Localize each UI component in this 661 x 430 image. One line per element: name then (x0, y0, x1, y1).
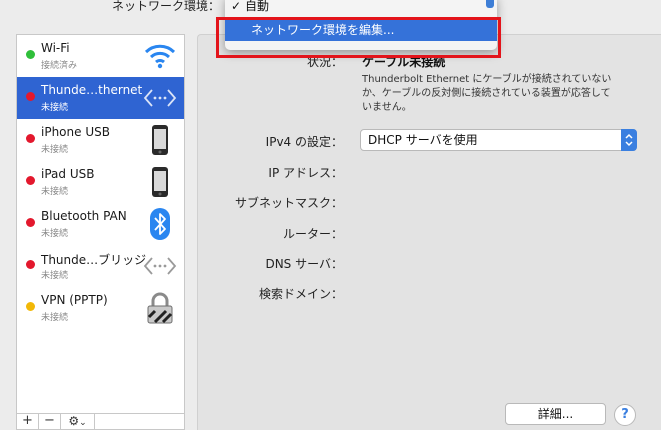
status-description: Thunderbolt Ethernet にケーブルが接続されていないか、ケーブ… (362, 74, 612, 113)
router-label: ルーター： (282, 227, 343, 241)
menu-item-auto-label: 自動 (245, 0, 270, 13)
location-label: ネットワーク環境： (112, 0, 221, 13)
service-list-toolbar: + − ⚙⌄ (17, 413, 184, 430)
menu-item-auto[interactable]: ✓ 自動 (231, 0, 269, 14)
status-dot (26, 50, 35, 59)
chevron-down-icon: ⌄ (79, 418, 87, 428)
service-status: 未接続 (41, 187, 69, 197)
status-dot (26, 134, 35, 143)
service-name: iPad USB (41, 167, 95, 181)
service-status: 接続済み (41, 61, 78, 71)
checkmark-icon: ✓ (231, 0, 242, 13)
dns-server-label: DNS サーバ： (265, 257, 343, 271)
service-status: 未接続 (41, 103, 69, 113)
ipv4-config-select[interactable]: DHCP サーバを使用 (360, 129, 637, 151)
add-service-button[interactable]: + (17, 414, 39, 430)
service-item-ipad-usb[interactable]: iPad USB 未接続 (17, 161, 184, 203)
status-dot (26, 218, 35, 227)
status-dot (26, 92, 35, 101)
service-status: 未接続 (41, 229, 69, 239)
updown-arrows-icon (621, 129, 637, 151)
ethernet-arrows-icon (142, 80, 178, 116)
service-item-thunderbolt-ethernet[interactable]: Thunde…thernet 未接続 (17, 77, 184, 119)
service-status: 未接続 (41, 313, 69, 323)
gear-icon: ⚙ (68, 414, 80, 428)
service-name: Wi-Fi (41, 41, 70, 55)
help-button[interactable]: ? (614, 404, 636, 426)
vpn-lock-icon (142, 290, 178, 326)
service-actions-button[interactable]: ⚙⌄ (61, 414, 95, 430)
ipv4-label: IPv4 の設定： (265, 135, 343, 149)
wifi-icon (142, 38, 178, 74)
status-dot (26, 176, 35, 185)
bridge-arrows-icon (142, 248, 178, 284)
service-item-wifi[interactable]: Wi-Fi 接続済み (17, 35, 184, 77)
menu-scroll-indicator (486, 0, 494, 8)
service-item-bluetooth-pan[interactable]: Bluetooth PAN 未接続 (17, 203, 184, 245)
service-item-vpn-pptp[interactable]: VPN (PPTP) 未接続 (17, 287, 184, 329)
service-name: Thunde…thernet (41, 83, 143, 97)
service-status: 未接続 (41, 145, 69, 155)
service-item-thunderbolt-bridge[interactable]: Thunde…ブリッジ 未接続 (17, 245, 184, 287)
service-name: Bluetooth PAN (41, 209, 127, 223)
service-name: VPN (PPTP) (41, 293, 108, 307)
subnet-mask-label: サブネットマスク： (234, 196, 343, 210)
service-status: 未接続 (41, 271, 69, 281)
status-dot (26, 302, 35, 311)
ipad-icon (142, 164, 178, 200)
highlight-annotation-box (216, 17, 501, 58)
bluetooth-icon (142, 206, 178, 242)
iphone-icon (142, 122, 178, 158)
ipv4-config-value: DHCP サーバを使用 (368, 133, 478, 147)
ip-address-label: IP アドレス： (268, 166, 343, 180)
search-domain-label: 検索ドメイン： (258, 287, 343, 301)
service-list[interactable]: Wi-Fi 接続済み Thunde…thernet 未接続 iPhone USB… (16, 34, 185, 430)
service-name: Thunde…ブリッジ (41, 253, 147, 267)
remove-service-button[interactable]: − (39, 414, 61, 430)
service-name: iPhone USB (41, 125, 110, 139)
advanced-button[interactable]: 詳細... (505, 403, 606, 425)
service-item-iphone-usb[interactable]: iPhone USB 未接続 (17, 119, 184, 161)
status-dot (26, 260, 35, 269)
